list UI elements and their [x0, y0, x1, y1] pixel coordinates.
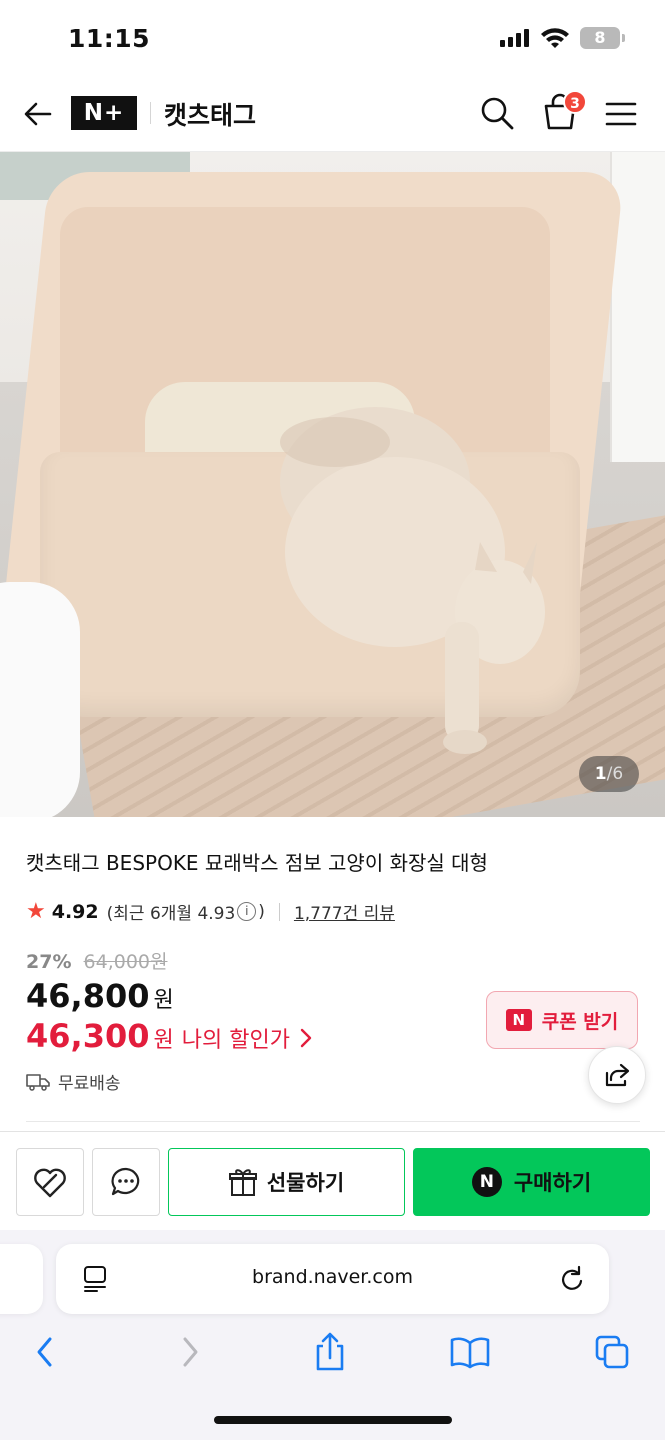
naver-pay-icon: N — [471, 1167, 502, 1197]
chevron-right-icon — [183, 1337, 198, 1367]
sale-price: 46,800 원 — [26, 977, 174, 1015]
cart-count-badge: 3 — [563, 90, 587, 114]
gift-label: 선물하기 — [266, 1171, 345, 1195]
discount-percent: 27% — [26, 951, 72, 973]
wishlist-button[interactable] — [16, 1148, 84, 1216]
rating-divider — [278, 902, 280, 921]
top-navigation-bar: N+ 캣츠태그 3 — [0, 78, 665, 152]
talk-chat-button[interactable] — [92, 1148, 160, 1216]
wifi-icon — [541, 28, 569, 48]
status-time: 11:15 — [68, 24, 151, 53]
battery-icon: 8 — [580, 27, 625, 49]
chevron-right-icon — [300, 1028, 312, 1048]
share-icon — [316, 1332, 344, 1371]
search-icon[interactable] — [478, 94, 516, 132]
image-pillow — [0, 582, 80, 817]
chevron-left-icon — [37, 1337, 52, 1367]
gift-icon — [228, 1169, 257, 1196]
recent-rating-text: (최근 6개월 4.93 — [106, 904, 236, 924]
reload-icon[interactable] — [559, 1264, 587, 1294]
status-bar: 11:15 8 — [0, 0, 665, 78]
header-divider — [150, 102, 151, 124]
browser-forward-button[interactable] — [170, 1330, 210, 1374]
hamburger-menu-icon[interactable] — [603, 96, 639, 132]
home-indicator — [214, 1416, 452, 1424]
discount-row: 27% 64,000원 — [26, 947, 168, 974]
review-count-link[interactable]: 1,777건 리뷰 — [294, 899, 395, 924]
naver-plus-logo[interactable]: N+ — [71, 96, 137, 130]
purchase-action-bar: 선물하기 N 구매하기 — [0, 1131, 665, 1230]
cellular-signal-icon — [500, 29, 529, 47]
buy-label: 구매하기 — [513, 1171, 592, 1195]
naver-n-icon: N — [505, 1009, 532, 1031]
address-bar[interactable]: brand.naver.com — [56, 1244, 609, 1314]
browser-share-button[interactable] — [310, 1330, 350, 1374]
heart-icon — [34, 1168, 66, 1198]
my-price-value: 46,300 — [26, 1017, 150, 1055]
brand-store-name[interactable]: 캣츠태그 — [164, 96, 256, 132]
url-text: brand.naver.com — [252, 1266, 413, 1288]
share-icon — [605, 1063, 630, 1087]
share-button[interactable] — [588, 1046, 646, 1104]
sale-price-unit: 원 — [153, 988, 174, 1013]
product-title: 캣츠태그 BESPOKE 묘래박스 점보 고양이 화장실 대형 — [26, 851, 488, 875]
book-icon — [450, 1337, 490, 1369]
chat-bubble-icon — [111, 1167, 140, 1196]
previous-tab-preview[interactable] — [0, 1244, 43, 1314]
coupon-label: 쿠폰 받기 — [541, 1010, 619, 1033]
sale-price-value: 46,800 — [26, 977, 150, 1015]
info-icon[interactable]: i — [237, 902, 257, 921]
gallery-current-index: 1 — [594, 764, 607, 784]
my-price-unit: 원 — [153, 1028, 174, 1053]
product-image-gallery[interactable]: 1/6 — [0, 152, 665, 817]
browser-back-button[interactable] — [25, 1330, 65, 1374]
cat-illustration — [280, 407, 545, 754]
section-divider — [26, 1121, 640, 1122]
my-price-label: 나의 할인가 — [181, 1028, 290, 1053]
buy-button[interactable]: N 구매하기 — [413, 1148, 650, 1216]
gift-button[interactable]: 선물하기 — [168, 1148, 405, 1216]
my-discount-price-link[interactable]: 46,300 원 나의 할인가 — [26, 1017, 313, 1055]
get-coupon-button[interactable]: N 쿠폰 받기 — [486, 991, 638, 1049]
tabs-icon — [595, 1335, 629, 1369]
rating-row: ★ 4.92 (최근 6개월 4.93 i ) 1,777건 리뷰 — [26, 899, 395, 924]
truck-icon — [26, 1073, 50, 1091]
tabs-button[interactable] — [592, 1330, 632, 1374]
shipping-info: 무료배송 — [26, 1069, 121, 1094]
browser-toolbar: brand.naver.com — [0, 1230, 665, 1440]
gallery-page-indicator: 1/6 — [579, 756, 639, 792]
bookmarks-button[interactable] — [450, 1330, 490, 1374]
rating-score: 4.92 — [51, 900, 99, 923]
gallery-total-count: 6 — [612, 764, 624, 784]
original-price: 64,000원 — [83, 951, 168, 973]
shipping-label: 무료배송 — [58, 1074, 121, 1094]
star-icon: ★ — [26, 899, 46, 924]
recent-rating-close: ) — [258, 901, 265, 922]
back-arrow-icon[interactable] — [20, 96, 56, 132]
